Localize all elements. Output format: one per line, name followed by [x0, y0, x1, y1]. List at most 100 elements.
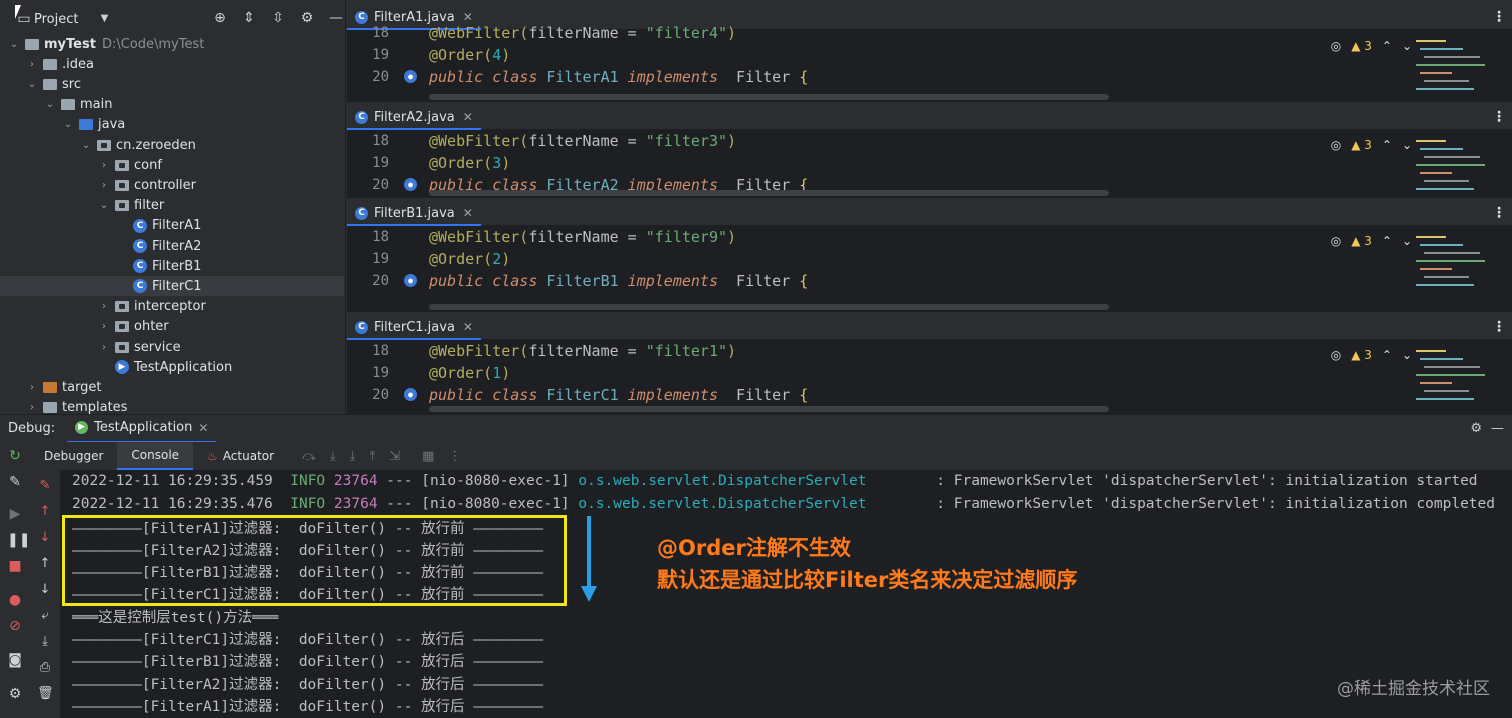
more-options-icon[interactable]: ⋮ [1492, 109, 1506, 125]
horizontal-scrollbar[interactable] [429, 304, 1109, 310]
more-options-icon[interactable]: ⋮ [1492, 9, 1506, 25]
tree-item[interactable]: ⌄ src [0, 74, 344, 94]
minimize-icon[interactable]: — [328, 10, 344, 26]
collapse-all-icon[interactable]: ⇳ [270, 10, 286, 26]
layout-icon[interactable]: ⋮ [448, 449, 461, 464]
clear-icon[interactable]: ✎ [37, 478, 53, 493]
chevron-down-icon[interactable]: ⌄ [98, 200, 110, 211]
warning-count[interactable]: ▲ 3 [1351, 234, 1372, 248]
resume-icon[interactable]: ▶ [7, 506, 23, 522]
tree-item[interactable]: ⌄ main [0, 95, 344, 115]
horizontal-scrollbar[interactable] [429, 406, 1109, 412]
tree-item[interactable]: C FilterA1 [0, 216, 344, 236]
project-title[interactable]: Project [34, 12, 78, 27]
editor-tab[interactable]: C FilterC1.java ✕ [347, 316, 481, 340]
chevron-down-icon[interactable]: ⌄ [44, 99, 56, 110]
minimap[interactable] [1416, 136, 1510, 196]
inspection-widget[interactable]: ◎ ▲ 3 ⌃ ⌄ [1331, 39, 1412, 53]
reader-mode-icon[interactable]: ◎ [1331, 39, 1341, 53]
soft-wrap-icon[interactable]: ⤶ [37, 608, 53, 623]
chevron-down-icon[interactable]: ⌄ [1402, 138, 1412, 152]
chevron-right-icon[interactable]: › [98, 301, 110, 312]
tree-item[interactable]: ▶ TestApplication [0, 357, 344, 377]
tree-item[interactable]: ⌄ java [0, 115, 344, 135]
trash-icon[interactable]: 🗑 [37, 686, 54, 701]
editor-tab[interactable]: C FilterB1.java ✕ [347, 202, 481, 226]
more-options-icon[interactable]: ⋮ [1492, 205, 1506, 221]
chevron-down-icon[interactable]: ⌄ [26, 79, 38, 90]
inspection-widget[interactable]: ◎ ▲ 3 ⌃ ⌄ [1331, 234, 1412, 248]
close-icon[interactable]: ✕ [463, 206, 473, 220]
arrow-up-icon[interactable]: ↑ [37, 556, 53, 571]
inspection-widget[interactable]: ◎ ▲ 3 ⌃ ⌄ [1331, 138, 1412, 152]
chevron-down-icon[interactable]: ⌄ [62, 119, 74, 130]
reader-mode-icon[interactable]: ◎ [1331, 234, 1341, 248]
tree-item[interactable]: ⌄ cn.zeroeden [0, 135, 344, 155]
tab-debugger[interactable]: Debugger [30, 442, 117, 470]
force-step-into-icon[interactable]: ⤓ [350, 449, 356, 464]
horizontal-scrollbar[interactable] [429, 94, 1109, 100]
arrow-down-icon[interactable]: ↓ [37, 582, 53, 597]
gear-icon[interactable]: ⚙ [1470, 421, 1482, 436]
horizontal-scrollbar[interactable] [429, 190, 1109, 196]
chevron-up-icon[interactable]: ⌃ [1382, 39, 1392, 53]
tree-item[interactable]: › ohter [0, 317, 344, 337]
rerun-icon[interactable]: ↻ [7, 448, 23, 464]
evaluate-icon[interactable]: ▦ [422, 449, 434, 464]
warning-count[interactable]: ▲ 3 [1351, 348, 1372, 362]
step-out-icon[interactable]: ⤒ [369, 449, 375, 464]
scroll-to-end-icon[interactable]: ⤓ [37, 634, 53, 649]
chevron-right-icon[interactable]: › [26, 59, 38, 70]
chevron-down-icon[interactable]: ⌄ [8, 39, 20, 50]
step-into-icon[interactable]: ⤓ [330, 449, 336, 464]
chevron-down-icon[interactable]: ⌄ [1402, 39, 1412, 53]
tab-actuator[interactable]: ♨ Actuator [193, 442, 288, 470]
implementation-marker-icon[interactable]: ● [404, 388, 417, 401]
settings-icon[interactable]: ⚙ [7, 686, 23, 702]
chevron-down-icon[interactable]: ▼ [96, 11, 112, 27]
chevron-down-icon[interactable]: ⌄ [80, 140, 92, 151]
chevron-right-icon[interactable]: › [98, 342, 110, 353]
tree-item[interactable]: › controller [0, 175, 344, 195]
warning-count[interactable]: ▲ 3 [1351, 138, 1372, 152]
stop-icon[interactable]: ■ [7, 558, 23, 574]
chevron-right-icon[interactable]: › [26, 402, 38, 413]
run-to-cursor-icon[interactable]: ⇲ [389, 449, 400, 464]
tree-item[interactable]: C FilterC1 [0, 276, 344, 297]
step-over-icon[interactable]: ⤼ [302, 449, 316, 464]
chevron-up-icon[interactable]: ⌃ [1382, 138, 1392, 152]
tree-item[interactable]: › service [0, 337, 344, 357]
inspection-widget[interactable]: ◎ ▲ 3 ⌃ ⌄ [1331, 348, 1412, 362]
chevron-right-icon[interactable]: › [98, 180, 110, 191]
chevron-up-icon[interactable]: ⌃ [1382, 348, 1392, 362]
tab-console[interactable]: Console [117, 442, 194, 470]
reader-mode-icon[interactable]: ◎ [1331, 348, 1341, 362]
implementation-marker-icon[interactable]: ● [404, 274, 417, 287]
locate-icon[interactable]: ⊕ [212, 10, 228, 26]
reader-mode-icon[interactable]: ◎ [1331, 138, 1341, 152]
tree-item[interactable]: ⌄ myTest D:\Code\myTest [0, 34, 344, 54]
wrench-icon[interactable]: ✎ [7, 474, 23, 490]
up-red-icon[interactable]: ↑ [37, 504, 53, 519]
expand-all-icon[interactable]: ⇕ [241, 10, 257, 26]
chevron-right-icon[interactable]: › [26, 382, 38, 393]
warning-count[interactable]: ▲ 3 [1351, 39, 1372, 53]
print-icon[interactable]: ⎙ [37, 660, 53, 675]
down-red-icon[interactable]: ↓ [37, 530, 53, 545]
minimap[interactable] [1416, 346, 1510, 412]
close-icon[interactable]: ✕ [198, 421, 208, 435]
chevron-down-icon[interactable]: ⌄ [1402, 348, 1412, 362]
chevron-right-icon[interactable]: › [98, 321, 110, 332]
chevron-up-icon[interactable]: ⌃ [1382, 234, 1392, 248]
chevron-down-icon[interactable]: ⌄ [1402, 234, 1412, 248]
tab-run-config[interactable]: ▶ TestApplication ✕ [67, 415, 217, 443]
tree-item[interactable]: › conf [0, 155, 344, 175]
camera-icon[interactable]: ◙ [7, 652, 23, 668]
minimize-icon[interactable]: — [1491, 421, 1504, 436]
implementation-marker-icon[interactable]: ● [404, 70, 417, 83]
gear-icon[interactable]: ⚙ [299, 10, 315, 26]
editor-tab[interactable]: C FilterA2.java ✕ [347, 106, 481, 130]
mute-breakpoints-icon[interactable]: ⊘ [7, 618, 23, 634]
tree-item[interactable]: › .idea [0, 54, 344, 74]
minimap[interactable] [1416, 36, 1510, 100]
